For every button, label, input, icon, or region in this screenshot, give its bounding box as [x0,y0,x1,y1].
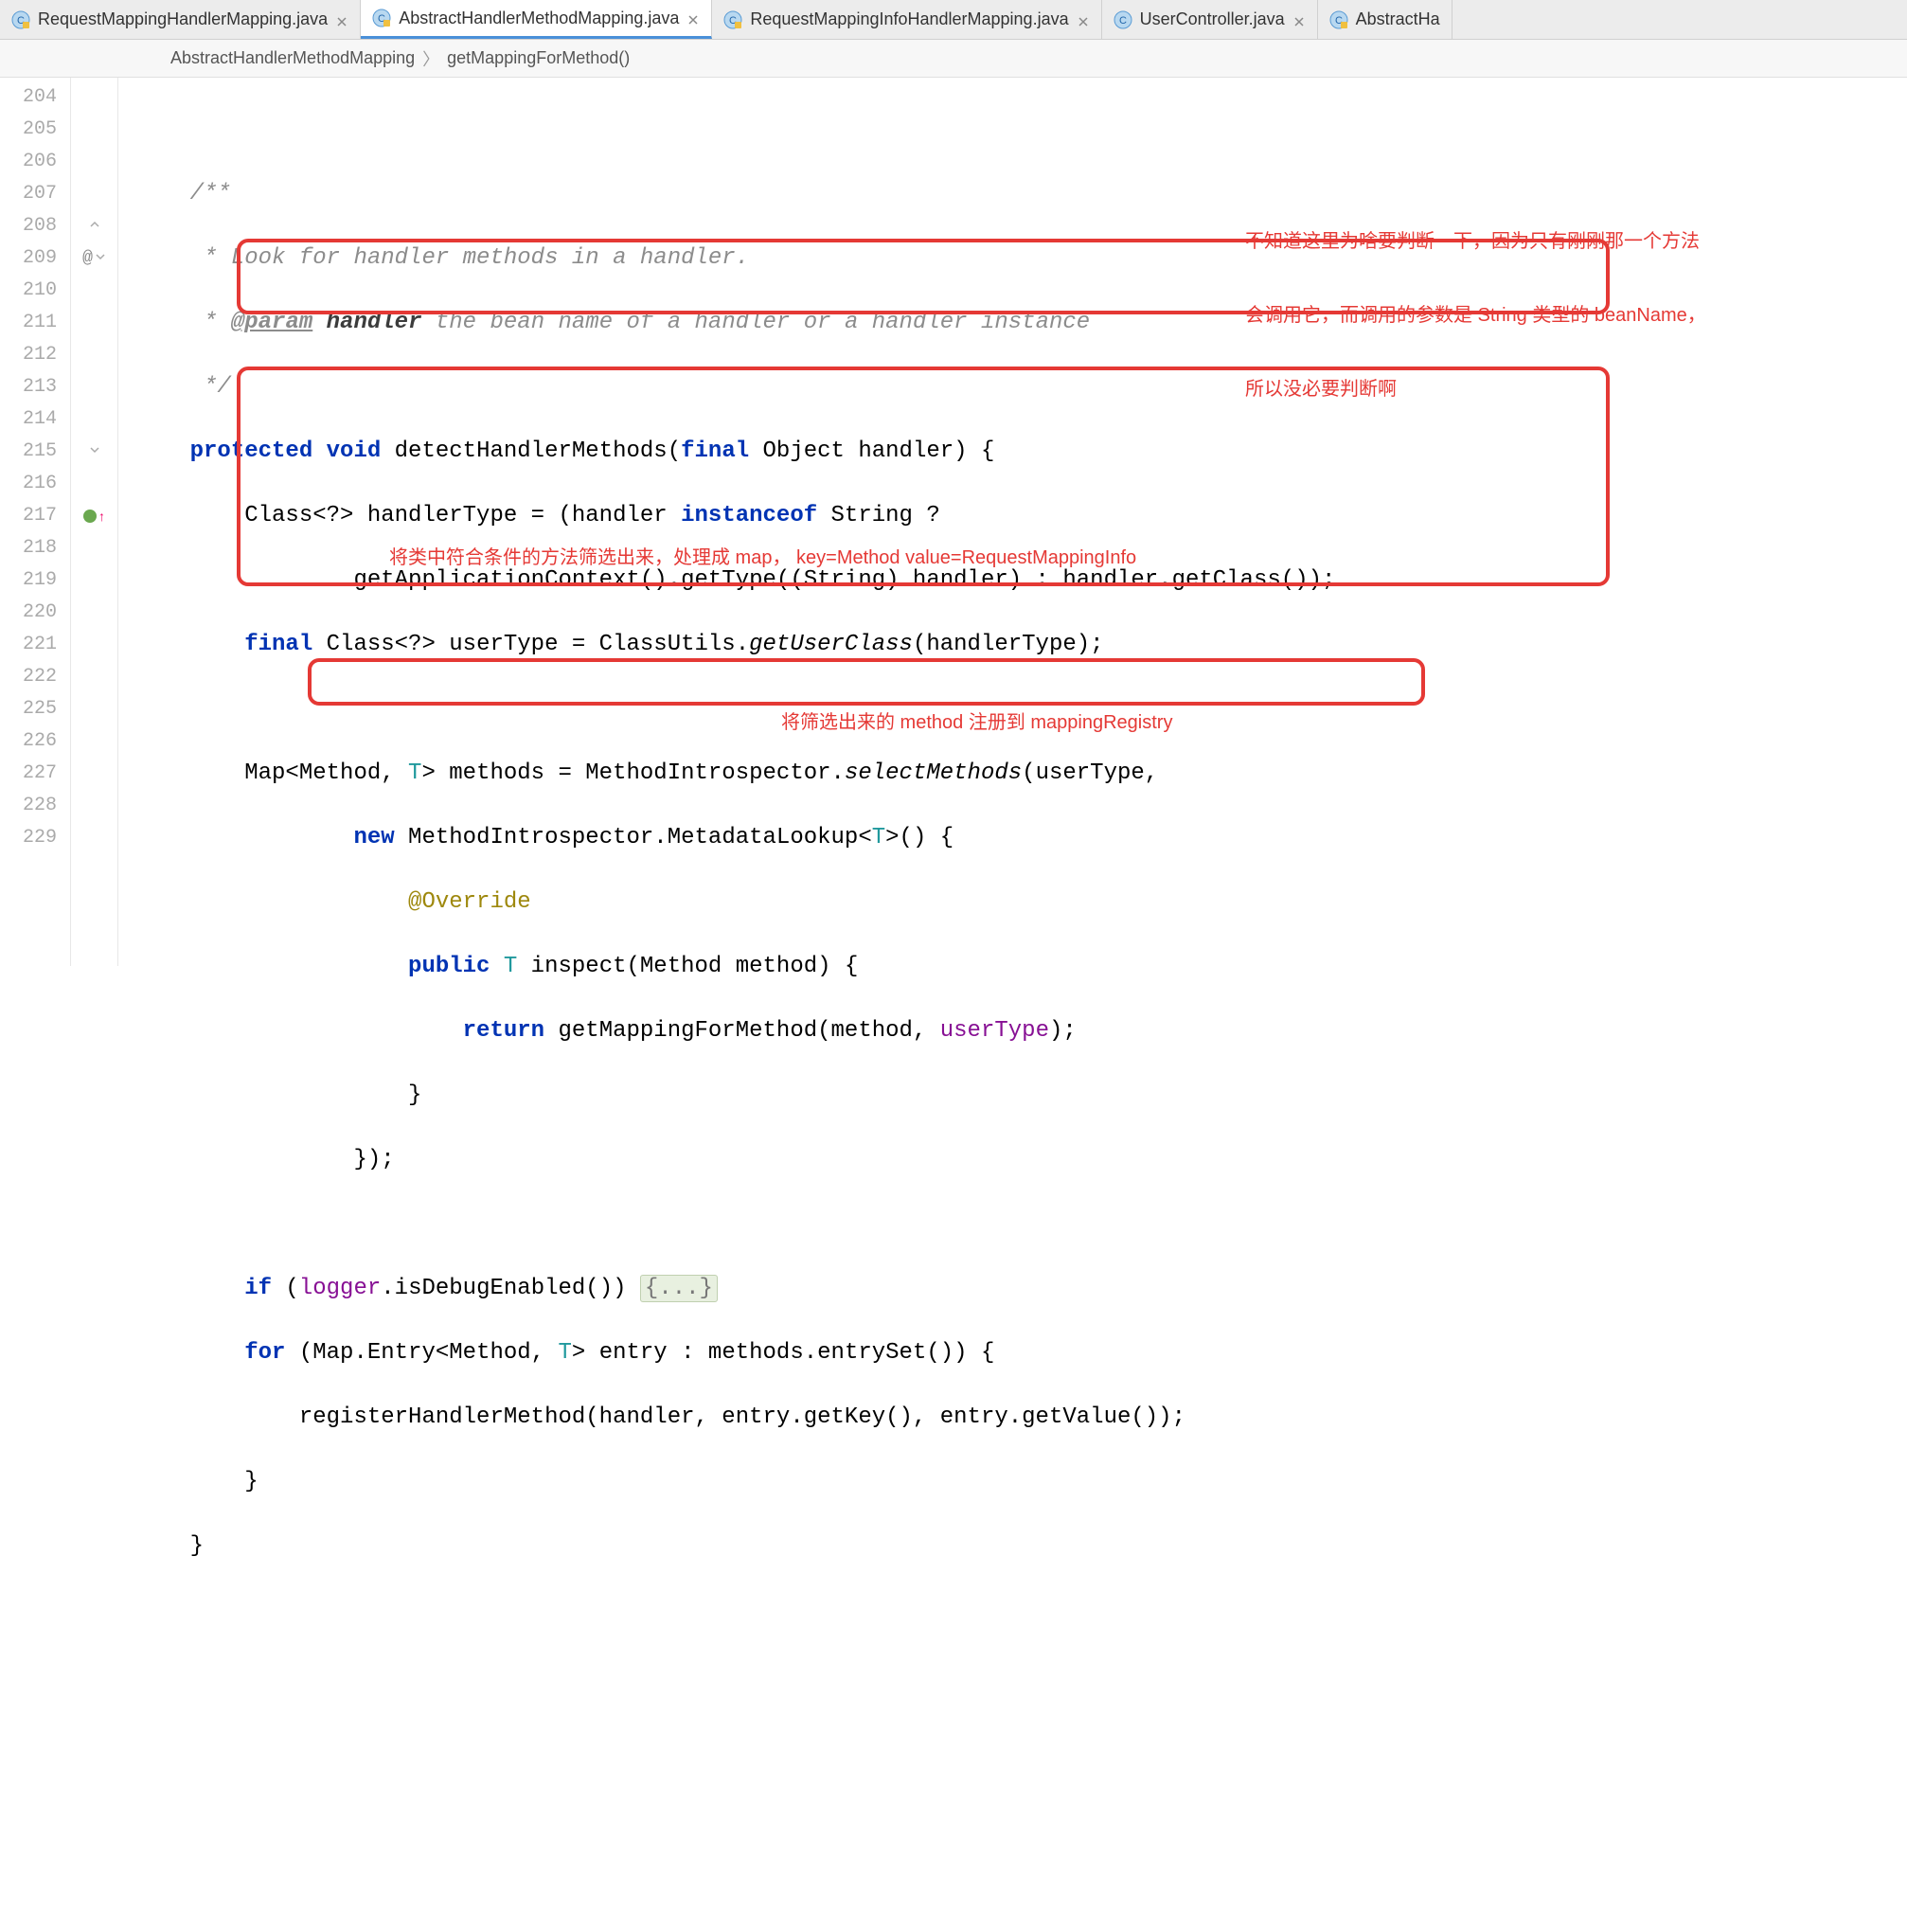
line-number: 228 [0,790,70,822]
line-number: 212 [0,339,70,371]
line-number: 225 [0,693,70,725]
override-annotation: @Override [408,889,531,915]
line-number: 204 [0,81,70,114]
javadoc-text: * Look for handler methods in a handler. [190,245,750,271]
line-number: 221 [0,629,70,661]
override-marker-icon[interactable]: @ [82,249,93,268]
java-class-icon: C [1114,10,1132,29]
annotation-text-1: 不知道这里为啥要判断一下，因为只有刚刚那一个方法 会调用它，而调用的参数是 St… [1245,180,1907,451]
line-number: 206 [0,146,70,178]
arrow-up-icon: ↑ [98,509,105,524]
svg-text:C: C [1119,15,1127,27]
folded-code-region[interactable]: {...} [640,1275,718,1302]
line-number: 227 [0,758,70,790]
tab-label: UserController.java [1140,9,1285,29]
javadoc-param-tag: @param [231,310,312,335]
line-number: 220 [0,597,70,629]
javadoc-end: */ [190,374,231,400]
java-class-icon: C [11,10,30,29]
breadcrumb-class[interactable]: AbstractHandlerMethodMapping [170,48,415,68]
close-icon[interactable] [1292,13,1306,27]
close-icon[interactable] [1077,13,1090,27]
line-number: 219 [0,564,70,597]
tab-file-2[interactable]: C RequestMappingInfoHandlerMapping.java [712,0,1101,39]
java-class-icon: C [372,9,391,27]
breadcrumb-method[interactable]: getMappingForMethod() [447,48,630,68]
tab-label: AbstractHa [1356,9,1440,29]
fold-expand-icon[interactable] [89,443,100,460]
line-number: 209 [0,242,70,275]
tab-file-4[interactable]: C AbstractHa [1318,0,1453,39]
tab-file-0[interactable]: C RequestMappingHandlerMapping.java [0,0,361,39]
line-number: 222 [0,661,70,693]
close-icon[interactable] [335,13,348,27]
tab-label: AbstractHandlerMethodMapping.java [399,9,679,28]
line-number: 218 [0,532,70,564]
tab-file-3[interactable]: C UserController.java [1102,0,1318,39]
line-number: 217 [0,500,70,532]
line-number: 215 [0,436,70,468]
line-number: 205 [0,114,70,146]
tab-label: RequestMappingInfoHandlerMapping.java [750,9,1068,29]
tab-label: RequestMappingHandlerMapping.java [38,9,328,29]
annotation-text-3: 将筛选出来的 method 注册到 mappingRegistry [781,710,1172,735]
breadcrumb: AbstractHandlerMethodMapping 〉 getMappin… [0,40,1907,78]
implements-marker-icon[interactable] [83,510,97,523]
java-class-icon: C [723,10,742,29]
line-number: 210 [0,275,70,307]
line-number: 208 [0,210,70,242]
line-number: 226 [0,725,70,758]
fold-expand-icon[interactable] [95,250,106,267]
code-editor[interactable]: /** * Look for handler methods in a hand… [118,78,1907,966]
editor-tabs: C RequestMappingHandlerMapping.java C Ab… [0,0,1907,40]
chevron-right-icon: 〉 [422,46,439,71]
annotation-text-2: 将类中符合条件的方法筛选出来，处理成 map， key=Method value… [389,546,1136,570]
java-class-icon: C [1329,10,1348,29]
line-number: 214 [0,403,70,436]
line-number: 216 [0,468,70,500]
fold-collapse-icon[interactable] [89,218,100,235]
line-number: 207 [0,178,70,210]
tab-file-1[interactable]: C AbstractHandlerMethodMapping.java [361,0,712,39]
line-number: 211 [0,307,70,339]
javadoc-start: /** [190,181,231,206]
line-number-gutter[interactable]: 204 205 206 207 208 209 210 211 212 213 … [0,78,71,966]
close-icon[interactable] [686,11,700,25]
line-number: 213 [0,371,70,403]
editor-area: 204 205 206 207 208 209 210 211 212 213 … [0,78,1907,966]
marker-gutter[interactable]: @ ↑ [71,78,118,966]
line-number: 229 [0,822,70,854]
